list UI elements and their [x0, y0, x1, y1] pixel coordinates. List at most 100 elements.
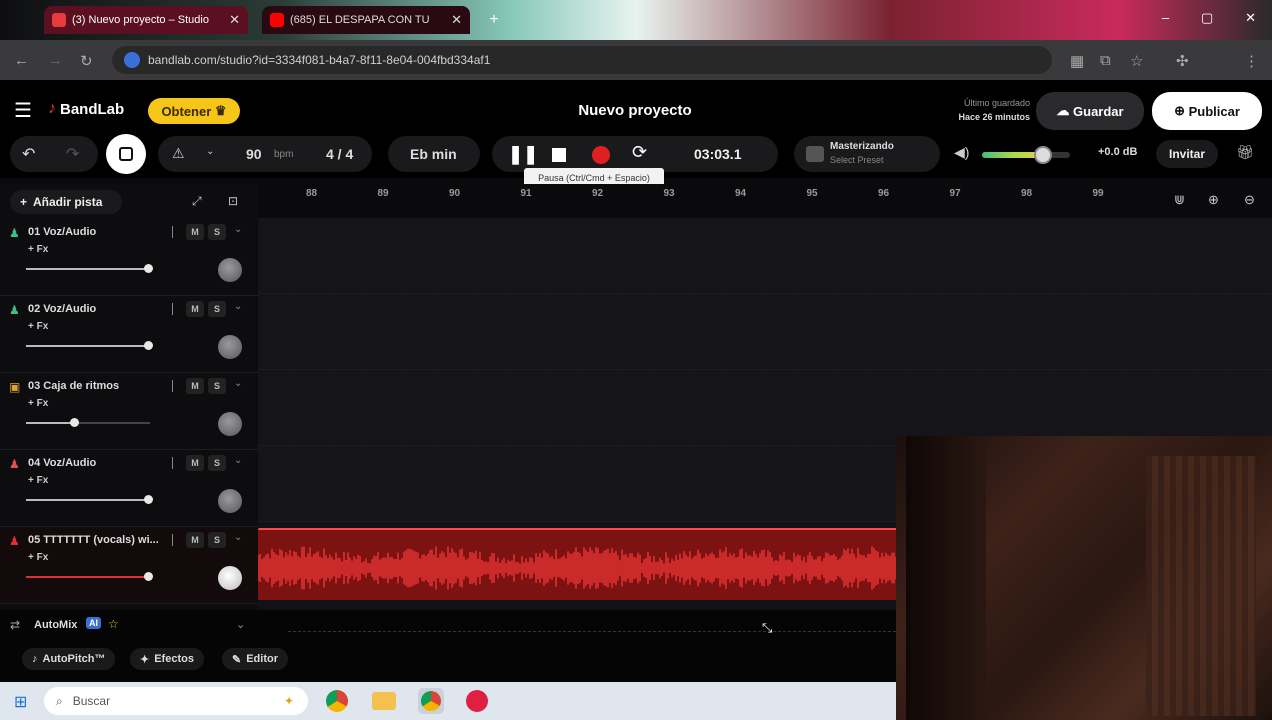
- chevron-down-icon[interactable]: ⌄: [234, 455, 242, 466]
- key-selector[interactable]: Eb min: [388, 136, 480, 172]
- solo-button[interactable]: S: [208, 378, 226, 394]
- track-name[interactable]: 05 TTTTTTT (vocals) wi...: [28, 534, 158, 546]
- taskbar-search[interactable]: ⌕ Buscar ✦: [44, 687, 308, 715]
- editor-button[interactable]: ✎ Editor: [222, 648, 288, 670]
- file-explorer-icon[interactable]: [372, 692, 396, 710]
- metronome-toggle-button[interactable]: [106, 134, 146, 174]
- master-volume-slider[interactable]: [982, 146, 1070, 164]
- solo-button[interactable]: S: [208, 532, 226, 548]
- chrome-profile-taskbar-icon[interactable]: [418, 688, 444, 714]
- solo-button[interactable]: S: [208, 224, 226, 240]
- pause-icon[interactable]: ❚❚: [508, 144, 538, 165]
- track-name[interactable]: 03 Caja de ritmos: [28, 380, 158, 392]
- windows-start-icon[interactable]: ⊞: [14, 692, 27, 712]
- bandlab-logo[interactable]: ♪ BandLab: [48, 100, 124, 118]
- publish-button[interactable]: ⊕ Publicar: [1152, 92, 1262, 130]
- automix-label[interactable]: AutoMix: [34, 619, 77, 631]
- track-header[interactable]: ♟ 04 Voz/Audio M S ⌄ + Fx: [0, 451, 258, 527]
- track-header[interactable]: ♟ 05 TTTTTTT (vocals) wi... M S ⌄ + Fx: [0, 528, 258, 604]
- install-icon[interactable]: ⧉: [1100, 52, 1111, 69]
- zoom-out-icon[interactable]: ⊖: [1244, 192, 1255, 208]
- magnet-icon[interactable]: ⋓: [1174, 192, 1185, 208]
- back-icon[interactable]: ←: [14, 52, 29, 69]
- close-tab-icon[interactable]: ✕: [229, 12, 240, 28]
- tab-youtube[interactable]: (685) EL DESPAPA CON TU ✕: [262, 6, 470, 34]
- track-name[interactable]: 01 Voz/Audio: [28, 226, 158, 238]
- zoom-in-icon[interactable]: ⊕: [1208, 192, 1219, 208]
- track-volume-knob[interactable]: [144, 572, 153, 581]
- track-name[interactable]: 04 Voz/Audio: [28, 457, 158, 469]
- mixer-icon[interactable]: ⇄: [10, 618, 20, 632]
- track-lane[interactable]: [258, 218, 1272, 294]
- add-fx-button[interactable]: + Fx: [28, 475, 48, 486]
- track-header[interactable]: ♟ 02 Voz/Audio M S ⌄ + Fx: [0, 297, 258, 373]
- track-header[interactable]: ♟ 01 Voz/Audio M S ⌄ + Fx: [0, 220, 258, 296]
- add-fx-button[interactable]: + Fx: [28, 244, 48, 255]
- pan-knob[interactable]: [218, 258, 242, 282]
- effects-button[interactable]: ✦ Efectos: [130, 648, 204, 670]
- add-fx-button[interactable]: + Fx: [28, 321, 48, 332]
- master-volume-knob[interactable]: [1034, 146, 1052, 164]
- magic-wand-icon[interactable]: ⤢: [192, 194, 202, 209]
- time-signature[interactable]: 4 / 4: [326, 146, 353, 162]
- tempo-value[interactable]: 90: [246, 146, 262, 162]
- track-volume-knob[interactable]: [70, 418, 79, 427]
- track-volume-slider[interactable]: [26, 264, 153, 273]
- tab-bandlab[interactable]: (3) Nuevo proyecto – Studio ✕: [44, 6, 248, 34]
- app-taskbar-icon[interactable]: [466, 690, 488, 712]
- speaker-icon[interactable]: ◀): [954, 144, 969, 161]
- chevron-down-icon[interactable]: ⌄: [206, 146, 214, 157]
- solo-button[interactable]: S: [208, 455, 226, 471]
- redo-icon[interactable]: ↷: [66, 144, 79, 164]
- track-volume-slider[interactable]: [26, 495, 153, 504]
- chevron-down-icon[interactable]: ⌄: [236, 618, 245, 631]
- chrome-taskbar-icon[interactable]: [326, 690, 348, 712]
- mute-button[interactable]: M: [186, 301, 204, 317]
- pan-knob[interactable]: [218, 335, 242, 359]
- mute-button[interactable]: M: [186, 532, 204, 548]
- menu-dots-icon[interactable]: ⋮: [1244, 52, 1259, 70]
- track-volume-slider[interactable]: [26, 341, 153, 350]
- extensions-icon[interactable]: ▦: [1070, 52, 1084, 70]
- undo-icon[interactable]: ↶: [22, 144, 35, 164]
- solo-button[interactable]: S: [208, 301, 226, 317]
- tuner-icon[interactable]: ⚠: [172, 145, 185, 162]
- track-volume-knob[interactable]: [144, 341, 153, 350]
- minimize-button[interactable]: –: [1162, 10, 1169, 26]
- chevron-down-icon[interactable]: ⌄: [234, 378, 242, 389]
- reload-icon[interactable]: ↻: [80, 52, 93, 70]
- track-volume-knob[interactable]: [144, 264, 153, 273]
- save-button[interactable]: ☁ Guardar: [1036, 92, 1144, 130]
- stop-icon[interactable]: [552, 148, 566, 162]
- add-fx-button[interactable]: + Fx: [28, 552, 48, 563]
- get-premium-button[interactable]: Obtener ♛: [148, 98, 240, 124]
- pan-knob[interactable]: [218, 566, 242, 590]
- autopitch-button[interactable]: ♪ AutoPitch™: [22, 648, 116, 670]
- close-tab-icon[interactable]: ✕: [451, 12, 462, 28]
- maximize-button[interactable]: ▢: [1201, 10, 1213, 26]
- add-track-button[interactable]: + Añadir pista: [10, 190, 122, 214]
- pan-knob[interactable]: [218, 489, 242, 513]
- bookmark-icon[interactable]: ☆: [1130, 52, 1143, 70]
- record-icon[interactable]: [592, 146, 610, 164]
- mastering-button[interactable]: Masterizando Select Preset: [794, 136, 940, 172]
- grid-view-icon[interactable]: ⊡: [228, 194, 238, 208]
- close-window-button[interactable]: ✕: [1245, 10, 1256, 26]
- mute-button[interactable]: M: [186, 455, 204, 471]
- pan-knob[interactable]: [218, 412, 242, 436]
- extension-puzzle-icon[interactable]: ✣: [1176, 52, 1189, 70]
- chevron-down-icon[interactable]: ⌄: [234, 532, 242, 543]
- track-name[interactable]: 02 Voz/Audio: [28, 303, 158, 315]
- project-title[interactable]: Nuevo proyecto: [540, 102, 730, 119]
- loop-icon[interactable]: ⟳: [632, 142, 647, 163]
- audio-clip[interactable]: [258, 528, 898, 600]
- chevron-down-icon[interactable]: ⌄: [234, 224, 242, 235]
- invite-button[interactable]: Invitar: [1156, 140, 1218, 168]
- hamburger-menu-icon[interactable]: ☰: [14, 98, 32, 123]
- track-header[interactable]: ▣ 03 Caja de ritmos M S ⌄ + Fx: [0, 374, 258, 450]
- new-tab-button[interactable]: +: [482, 6, 506, 34]
- url-field[interactable]: bandlab.com/studio?id=3334f081-b4a7-8f11…: [112, 46, 1052, 74]
- gift-icon[interactable]: 🎁︎: [1236, 144, 1254, 161]
- track-volume-slider[interactable]: [26, 572, 153, 581]
- add-fx-button[interactable]: + Fx: [28, 398, 48, 409]
